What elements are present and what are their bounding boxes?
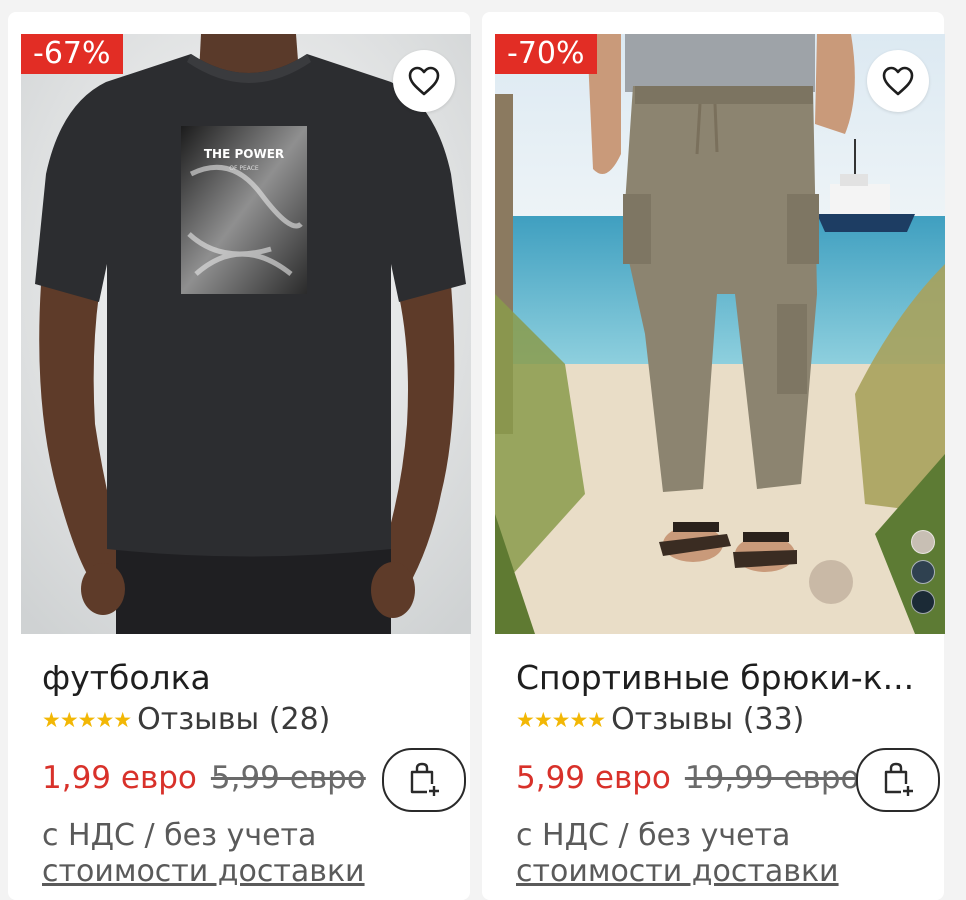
add-to-cart-button[interactable] xyxy=(856,748,940,812)
reviews-count: Отзывы (28) xyxy=(137,702,331,737)
product-image-tshirt[interactable]: THE POWER OF PEACE -67% xyxy=(21,34,471,634)
color-swatch[interactable] xyxy=(911,560,935,584)
favorite-button[interactable] xyxy=(393,50,455,112)
discount-badge: -70% xyxy=(495,34,597,74)
cargo-pants-photo xyxy=(495,34,945,634)
star-rating-icon: ★★★★★ xyxy=(516,707,606,732)
vat-info: с НДС / без учета стоимости доставки xyxy=(42,818,365,890)
product-image-cargo-pants[interactable]: -70% xyxy=(495,34,945,634)
shopping-bag-plus-icon xyxy=(884,762,915,798)
product-title[interactable]: футболка xyxy=(42,658,442,697)
current-price: 5,99 евро xyxy=(516,760,671,796)
price-row: 5,99 евро 19,99 евро xyxy=(516,760,859,796)
shipping-cost-link[interactable]: стоимости доставки xyxy=(42,854,365,890)
discount-badge: -67% xyxy=(21,34,123,74)
product-card[interactable]: THE POWER OF PEACE -67% футболка ★★★★★ О… xyxy=(8,12,471,900)
rating-reviews-link[interactable]: ★★★★★ Отзывы (28) xyxy=(42,702,330,737)
original-price: 19,99 евро xyxy=(684,760,860,796)
heart-icon xyxy=(408,66,440,96)
shopping-bag-plus-icon xyxy=(410,762,441,798)
print-text: THE POWER xyxy=(204,147,284,161)
rating-reviews-link[interactable]: ★★★★★ Отзывы (33) xyxy=(516,702,804,737)
color-swatch[interactable] xyxy=(911,530,935,554)
product-title[interactable]: Спортивные брюки-к... xyxy=(516,658,916,697)
color-swatches xyxy=(911,530,935,614)
vat-text: с НДС / без учета xyxy=(516,818,791,853)
original-price: 5,99 евро xyxy=(210,760,366,796)
print-subtext: OF PEACE xyxy=(229,165,259,172)
add-to-cart-button[interactable] xyxy=(382,748,466,812)
shipping-cost-link[interactable]: стоимости доставки xyxy=(516,854,839,890)
color-swatch[interactable] xyxy=(911,590,935,614)
current-price: 1,99 евро xyxy=(42,760,197,796)
price-row: 1,99 евро 5,99 евро xyxy=(42,760,366,796)
reviews-count: Отзывы (33) xyxy=(611,702,805,737)
product-card[interactable]: -70% Спортивные брюки-к... ★★★★★ Отзывы … xyxy=(482,12,945,900)
heart-icon xyxy=(882,66,914,96)
favorite-button[interactable] xyxy=(867,50,929,112)
vat-text: с НДС / без учета xyxy=(42,818,317,853)
vat-info: с НДС / без учета стоимости доставки xyxy=(516,818,839,890)
tshirt-photo: THE POWER OF PEACE xyxy=(21,34,471,634)
star-rating-icon: ★★★★★ xyxy=(42,707,132,732)
